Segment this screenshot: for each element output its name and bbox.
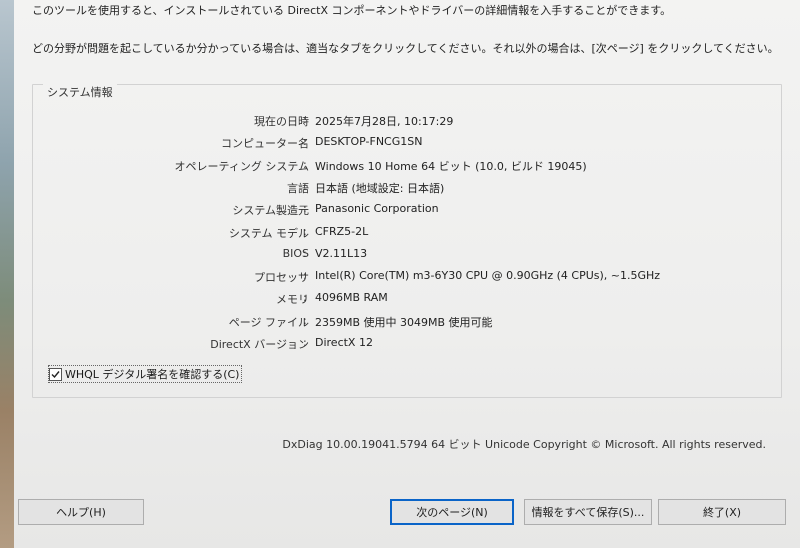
info-colon: :	[303, 135, 307, 149]
group-title: システム情報	[43, 84, 117, 100]
whql-label: WHQL デジタル署名を確認する(C)	[65, 368, 240, 381]
info-label: システム製造元	[232, 204, 309, 218]
info-value: 日本語 (地域設定: 日本語)	[315, 181, 445, 195]
info-value: 4096MB RAM	[315, 291, 388, 305]
info-label: DirectX バージョン	[210, 338, 309, 351]
info-value: Windows 10 Home 64 ビット (10.0, ビルド 19045)	[315, 159, 587, 173]
info-label: オペレーティング システム	[174, 159, 309, 173]
exit-button[interactable]: 終了(X)	[658, 499, 786, 525]
info-colon: :	[303, 313, 307, 327]
next-page-button[interactable]: 次のページ(N)	[390, 499, 514, 525]
save-all-info-button[interactable]: 情報をすべて保存(S)...	[524, 499, 652, 525]
info-row: システム モデル: CFRZ5-2L	[33, 225, 781, 243]
checkbox-box[interactable]	[49, 367, 62, 381]
info-colon: :	[303, 179, 307, 193]
info-row: メモリ:4096MB RAM	[33, 291, 781, 309]
info-colon: :	[303, 113, 307, 126]
info-colon: :	[303, 291, 307, 305]
info-label: システム モデル	[228, 226, 309, 240]
info-colon: :	[303, 157, 307, 171]
info-value: 2359MB 使用中 3049MB 使用可能	[315, 315, 493, 329]
info-colon: :	[303, 246, 307, 260]
intro-text-1: このツールを使用すると、インストールされている DirectX コンポーネントや…	[32, 4, 672, 17]
info-row: システム製造元: Panasonic Corporation	[33, 202, 781, 220]
info-row: プロセッサ: Intel(R) Core(TM) m3-6Y30 CPU @ 0.…	[33, 269, 781, 287]
info-row: BIOS: V2.11L13	[33, 247, 781, 265]
intro-text-2: どの分野が問題を起こしているか分かっている場合は、適当なタブをクリックしてくださ…	[32, 42, 779, 55]
system-info-group: システム情報 現在の日時:2025年7月28日, 10:17:29 コンピューター…	[32, 84, 782, 398]
info-colon: :	[303, 336, 307, 349]
info-row: コンピューター名: DESKTOP-FNCG1SN	[33, 135, 781, 153]
info-colon: :	[303, 224, 307, 238]
version-copyright: DxDiag 10.00.19041.5794 64 ビット Unicode C…	[282, 438, 766, 451]
info-colon: :	[303, 202, 307, 216]
help-button[interactable]: ヘルプ(H)	[18, 499, 144, 525]
dxdiag-window: このツールを使用すると、インストールされている DirectX コンポーネントや…	[14, 0, 800, 548]
info-value: 2025年7月28日, 10:17:29	[315, 115, 454, 128]
info-label: コンピューター名	[221, 137, 309, 151]
info-label: プロセッサ	[254, 271, 309, 285]
info-value: DESKTOP-FNCG1SN	[315, 135, 423, 149]
info-value: V2.11L13	[315, 246, 368, 260]
check-icon	[51, 370, 60, 378]
info-colon: :	[303, 269, 307, 283]
info-value: Panasonic Corporation	[315, 202, 439, 216]
info-row: DirectX バージョン: DirectX 12	[33, 336, 781, 354]
info-label: 現在の日時	[254, 115, 309, 128]
info-value: CFRZ5-2L	[315, 224, 369, 238]
info-row: 言語: 日本語 (地域設定: 日本語)	[33, 180, 781, 198]
info-row: ページ ファイル:2359MB 使用中 3049MB 使用可能	[33, 314, 781, 332]
whql-checkbox[interactable]: WHQL デジタル署名を確認する(C)	[48, 365, 243, 383]
info-label: ページ ファイル	[228, 315, 309, 329]
info-value: DirectX 12	[315, 336, 373, 349]
info-value: Intel(R) Core(TM) m3-6Y30 CPU @ 0.90GHz …	[315, 269, 661, 283]
info-row: 現在の日時:2025年7月28日, 10:17:29	[33, 113, 781, 131]
info-row: オペレーティング システム: Windows 10 Home 64 ビット (10…	[33, 158, 781, 176]
